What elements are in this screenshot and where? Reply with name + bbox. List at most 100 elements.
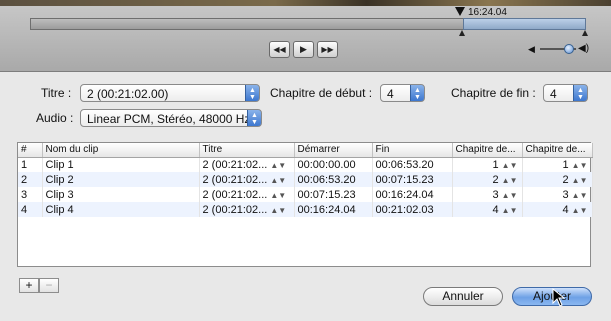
column-header-number[interactable]: # — [18, 143, 43, 158]
timeline-panel: 16:24.04 ◀◀ ▶ ▶▶ ◀ ◀) — [0, 0, 611, 72]
clip-number: 3 — [18, 187, 43, 202]
table-row[interactable]: 3 Clip 3 2 (00:21:02... ▲▼ 00:07:15.23 00… — [18, 187, 593, 202]
stepper-icon[interactable]: ▲▼ — [270, 191, 286, 200]
stepper-icon[interactable]: ▲▼ — [572, 206, 588, 215]
clip-name[interactable]: Clip 1 — [42, 157, 200, 172]
stepper-icon[interactable]: ▲▼ — [502, 191, 518, 200]
clip-start-chapter[interactable]: 4 ▲▼ — [452, 202, 523, 217]
clip-end-chapter[interactable]: 3 ▲▼ — [522, 187, 593, 202]
clip-end[interactable]: 00:06:53.20 — [372, 157, 453, 172]
start-chapter-value: 4 — [387, 87, 394, 101]
clip-title[interactable]: 2 (00:21:02... ▲▼ — [199, 202, 295, 217]
clip-end-chapter[interactable]: 2 ▲▼ — [522, 172, 593, 187]
clip-title[interactable]: 2 (00:21:02... ▲▼ — [199, 172, 295, 187]
popup-arrows-icon: ▲ ▼ — [247, 110, 261, 126]
clip-start[interactable]: 00:07:15.23 — [294, 187, 373, 202]
timeline-selection[interactable] — [463, 18, 586, 30]
table-row[interactable]: 2 Clip 2 2 (00:21:02... ▲▼ 00:06:53.20 00… — [18, 172, 593, 187]
clip-start-chapter[interactable]: 2 ▲▼ — [452, 172, 523, 187]
clip-number: 1 — [18, 157, 43, 172]
stepper-icon[interactable]: ▲▼ — [270, 206, 286, 215]
clip-end[interactable]: 00:21:02.03 — [372, 202, 453, 217]
clip-title[interactable]: 2 (00:21:02... ▲▼ — [199, 157, 295, 172]
table-header-row: # Nom du clip Titre Démarrer Fin Chapitr… — [18, 143, 593, 158]
column-header-end-chapter[interactable]: Chapitre de... — [522, 143, 593, 158]
clip-end[interactable]: 00:16:24.04 — [372, 187, 453, 202]
video-preview-strip — [0, 0, 611, 6]
clip-number: 4 — [18, 202, 43, 217]
volume-control: ◀ ◀) — [528, 43, 589, 55]
volume-slider-knob[interactable] — [564, 44, 574, 54]
playhead-time: 16:24.04 — [468, 7, 507, 18]
cancel-button[interactable]: Annuler — [423, 287, 503, 306]
end-chapter-label: Chapitre de fin : — [451, 86, 536, 100]
clip-end-chapter-value: 1 — [562, 158, 569, 171]
clip-title-value: 2 (00:21:02... — [202, 173, 268, 186]
rewind-icon: ◀◀ — [273, 45, 286, 54]
clip-start[interactable]: 00:06:53.20 — [294, 172, 373, 187]
title-label: Titre : — [41, 86, 72, 100]
audio-label: Audio : — [36, 111, 74, 125]
end-chapter-value: 4 — [550, 87, 557, 101]
table-row[interactable]: 4 Clip 4 2 (00:21:02... ▲▼ 00:16:24.04 00… — [18, 202, 593, 217]
play-button[interactable]: ▶ — [293, 41, 314, 58]
add-button[interactable]: Ajouter — [512, 287, 592, 306]
clip-number: 2 — [18, 172, 43, 187]
playhead-icon[interactable] — [455, 7, 465, 16]
stepper-icon[interactable]: ▲▼ — [502, 206, 518, 215]
stepper-icon[interactable]: ▲▼ — [270, 161, 286, 170]
clip-start-chapter-value: 1 — [492, 158, 499, 171]
clip-title-value: 2 (00:21:02... — [202, 203, 268, 216]
timeline-scrubber[interactable] — [30, 18, 586, 30]
column-header-clip-name[interactable]: Nom du clip — [42, 143, 200, 158]
clip-start-chapter-value: 3 — [492, 188, 499, 201]
fast-forward-button[interactable]: ▶▶ — [317, 41, 338, 58]
table-row[interactable]: 1 Clip 1 2 (00:21:02... ▲▼ 00:00:00.00 00… — [18, 157, 593, 172]
end-chapter-popup[interactable]: 4 ▲ ▼ — [543, 84, 588, 102]
clip-start[interactable]: 00:16:24.04 — [294, 202, 373, 217]
stepper-icon[interactable]: ▲▼ — [572, 176, 588, 185]
stepper-icon[interactable]: ▲▼ — [502, 161, 518, 170]
remove-clip-row-button[interactable]: − — [39, 278, 59, 293]
clip-start-chapter[interactable]: 3 ▲▼ — [452, 187, 523, 202]
start-chapter-label: Chapitre de début : — [270, 86, 373, 100]
clip-start-chapter-value: 2 — [492, 173, 499, 186]
stepper-icon[interactable]: ▲▼ — [502, 176, 518, 185]
mouse-cursor-icon — [552, 287, 566, 307]
clip-table[interactable]: # Nom du clip Titre Démarrer Fin Chapitr… — [17, 142, 593, 267]
column-header-start[interactable]: Démarrer — [294, 143, 373, 158]
stepper-icon[interactable]: ▲▼ — [572, 161, 588, 170]
clip-end[interactable]: 00:07:15.23 — [372, 172, 453, 187]
stepper-icon[interactable]: ▲▼ — [572, 191, 588, 200]
clip-end-chapter-value: 2 — [562, 173, 569, 186]
column-header-end[interactable]: Fin — [372, 143, 453, 158]
clip-name[interactable]: Clip 2 — [42, 172, 200, 187]
audio-popup[interactable]: Linear PCM, Stéréo, 48000 Hz ▲ ▼ — [80, 109, 262, 127]
column-header-title[interactable]: Titre — [199, 143, 295, 158]
transport-controls: ◀◀ ▶ ▶▶ — [269, 41, 338, 58]
clip-start-chapter-value: 4 — [492, 203, 499, 216]
clip-end-chapter[interactable]: 4 ▲▼ — [522, 202, 593, 217]
clip-title[interactable]: 2 (00:21:02... ▲▼ — [199, 187, 295, 202]
popup-arrows-icon: ▲ ▼ — [410, 85, 424, 101]
start-chapter-popup[interactable]: 4 ▲ ▼ — [380, 84, 425, 102]
clip-end-chapter-value: 4 — [562, 203, 569, 216]
clip-end-chapter[interactable]: 1 ▲▼ — [522, 157, 593, 172]
popup-arrows-icon: ▲ ▼ — [573, 85, 587, 101]
add-remove-controls: + − — [19, 278, 59, 293]
stepper-icon[interactable]: ▲▼ — [270, 176, 286, 185]
clip-title-value: 2 (00:21:02... — [202, 188, 268, 201]
clip-name[interactable]: Clip 3 — [42, 187, 200, 202]
title-popup[interactable]: 2 (00:21:02.00) ▲ ▼ — [80, 84, 260, 102]
clip-name[interactable]: Clip 4 — [42, 202, 200, 217]
clip-start[interactable]: 00:00:00.00 — [294, 157, 373, 172]
column-header-start-chapter[interactable]: Chapitre de... — [452, 143, 523, 158]
selection-end-handle-icon[interactable] — [582, 30, 588, 36]
title-popup-value: 2 (00:21:02.00) — [87, 87, 169, 101]
clip-title-value: 2 (00:21:02... — [202, 158, 268, 171]
selection-start-handle-icon[interactable] — [459, 30, 465, 36]
add-clip-row-button[interactable]: + — [19, 278, 39, 293]
clip-start-chapter[interactable]: 1 ▲▼ — [452, 157, 523, 172]
audio-popup-value: Linear PCM, Stéréo, 48000 Hz — [87, 112, 251, 126]
rewind-button[interactable]: ◀◀ — [269, 41, 290, 58]
